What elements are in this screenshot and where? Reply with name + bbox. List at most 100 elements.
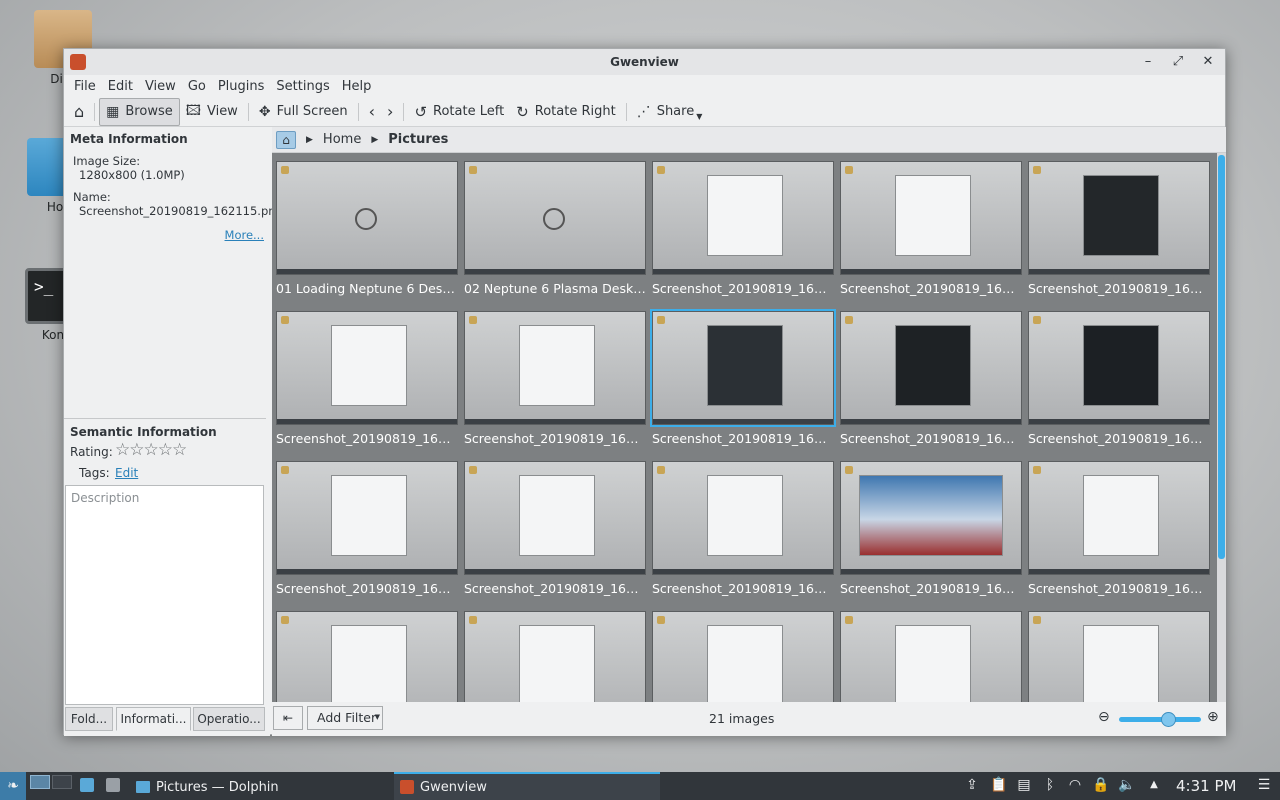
thumbnail-item[interactable]: Screenshot_20190819_1616... xyxy=(1028,161,1210,296)
thumbnail-grid: 01 Loading Neptune 6 Deskt... 02 Neptune … xyxy=(272,153,1217,702)
close-button[interactable]: ✕ xyxy=(1197,49,1219,75)
rotate-right-button[interactable]: ↻ Rotate Right xyxy=(510,98,622,126)
home-button[interactable]: ⌂ xyxy=(68,98,90,126)
thumbnail-item[interactable]: Screenshot_20190819_1621... xyxy=(840,311,1022,446)
description-field[interactable]: Description xyxy=(65,485,264,705)
thumbnail-taskbar xyxy=(465,269,645,274)
usb-device-icon[interactable]: ▤ xyxy=(1015,776,1033,794)
thumbnail-item[interactable]: Screenshot_20190819_1625... xyxy=(1028,461,1210,596)
places-home-icon[interactable]: ⌂ xyxy=(276,130,296,149)
browse-button[interactable]: ▦ Browse xyxy=(99,97,180,126)
menu-settings[interactable]: Settings xyxy=(270,79,335,94)
launcher-dolphin-icon[interactable] xyxy=(80,778,94,792)
thumbnail-item[interactable]: Screenshot_20190819_1621... xyxy=(1028,311,1210,446)
thumbnail-item[interactable]: Screenshot_20190819_1622... xyxy=(276,461,458,596)
thumbnail-item[interactable] xyxy=(1028,611,1210,702)
thumbnail-item[interactable] xyxy=(652,611,834,702)
view-button[interactable]: 🖾 View xyxy=(180,98,244,126)
previous-button[interactable]: ‹ xyxy=(363,98,381,126)
application-launcher[interactable]: ❧ xyxy=(0,772,26,800)
thumbnail-item[interactable]: Screenshot_20190819_1623... xyxy=(652,461,834,596)
zoom-out-icon[interactable]: ⊖ xyxy=(1098,709,1110,725)
tab-information[interactable]: Informati... xyxy=(116,707,191,731)
menu-file[interactable]: File xyxy=(68,79,102,94)
thumbnail-item[interactable] xyxy=(276,611,458,702)
clock[interactable]: 4:31 PM xyxy=(1176,777,1236,795)
breadcrumb-pictures[interactable]: Pictures xyxy=(388,132,448,147)
tags-edit-link[interactable]: Edit xyxy=(115,466,138,480)
sidebar-divider[interactable] xyxy=(64,418,266,419)
more-link[interactable]: More... xyxy=(225,228,264,242)
star-icon[interactable]: ☆ xyxy=(158,440,173,460)
thumbnail-caption: Screenshot_20190819_1622... xyxy=(464,581,646,596)
star-icon[interactable]: ☆ xyxy=(172,440,187,460)
menu-icon[interactable]: ☰ xyxy=(1255,776,1273,794)
thumbnail-image xyxy=(840,611,1022,702)
scrollbar-handle[interactable] xyxy=(1218,155,1225,559)
thumbnail-screen-preview xyxy=(1083,625,1159,702)
menu-view[interactable]: View xyxy=(139,79,182,94)
zoom-slider[interactable] xyxy=(1119,712,1201,727)
thumbnail-desktop-icon xyxy=(469,166,477,174)
add-filter-button[interactable]: Add Filter ▼ xyxy=(307,706,383,730)
thumbnail-screen-preview xyxy=(859,475,1003,557)
tab-operations[interactable]: Operatio... xyxy=(193,707,265,731)
star-icon[interactable]: ☆ xyxy=(129,440,144,460)
thumbnail-screen-preview xyxy=(895,325,971,407)
wifi-icon[interactable]: ◠ xyxy=(1066,776,1084,794)
pager-desktop-2[interactable] xyxy=(52,775,72,789)
thumbnail-item[interactable]: Screenshot_20190819_1621... xyxy=(650,309,836,446)
thumbnail-image xyxy=(276,461,458,575)
launcher-screenshot-icon[interactable] xyxy=(106,778,120,792)
thumbnail-desktop-icon xyxy=(469,616,477,624)
toggle-sidebar-button[interactable]: ⇤ xyxy=(273,706,303,730)
rating-label: Rating: xyxy=(70,445,113,459)
thumbnail-desktop-icon xyxy=(1033,616,1041,624)
thumbnail-item[interactable] xyxy=(840,611,1022,702)
share-button[interactable]: ⋰ Share ▼ xyxy=(631,98,709,126)
thumbnail-item[interactable] xyxy=(464,611,646,702)
thumbnail-screen-preview xyxy=(331,625,407,702)
thumbnail-item[interactable]: Screenshot_20190819_1624... xyxy=(840,461,1022,596)
chevron-up-icon[interactable]: ▲ xyxy=(1145,776,1163,794)
star-icon[interactable]: ☆ xyxy=(144,440,159,460)
menu-edit[interactable]: Edit xyxy=(102,79,139,94)
thumbnail-taskbar xyxy=(465,569,645,574)
bluetooth-icon[interactable]: ᛒ xyxy=(1041,776,1059,794)
thumbnail-desktop-icon xyxy=(281,466,289,474)
tab-folders[interactable]: Fold... xyxy=(65,707,113,731)
dropdown-arrow-icon: ▼ xyxy=(696,112,703,121)
task-dolphin-label: Pictures — Dolphin xyxy=(156,779,279,795)
rating-stars[interactable]: ☆☆☆☆☆ xyxy=(115,440,187,460)
task-gwenview[interactable]: Gwenview xyxy=(394,772,660,800)
zoom-in-icon[interactable]: ⊕ xyxy=(1207,709,1219,725)
menu-go[interactable]: Go xyxy=(182,79,212,94)
thumbnail-item[interactable]: 01 Loading Neptune 6 Deskt... xyxy=(276,161,458,296)
scrollbar[interactable] xyxy=(1217,153,1226,702)
lock-icon[interactable]: 🔒 xyxy=(1092,776,1110,794)
task-dolphin[interactable]: Pictures — Dolphin xyxy=(130,774,392,800)
maximize-button[interactable]: ⤢ xyxy=(1167,49,1189,75)
menu-help[interactable]: Help xyxy=(336,79,378,94)
title-bar[interactable]: Gwenview – ⤢ ✕ xyxy=(64,49,1225,75)
thumbnail-item[interactable]: Screenshot_20190819_1620... xyxy=(464,311,646,446)
clipboard-icon[interactable]: 📋 xyxy=(990,776,1008,794)
next-button[interactable]: › xyxy=(381,98,399,126)
thumbnail-item[interactable]: Screenshot_20190819_1622... xyxy=(464,461,646,596)
zoom-slider-handle[interactable] xyxy=(1160,712,1176,727)
volume-icon[interactable]: 🔈 xyxy=(1118,776,1136,794)
thumbnail-item[interactable]: Screenshot_20190819_1616... xyxy=(652,161,834,296)
pager-desktop-1[interactable] xyxy=(30,775,50,789)
star-icon[interactable]: ☆ xyxy=(115,440,130,460)
menu-plugins[interactable]: Plugins xyxy=(212,79,271,94)
thumbnail-item[interactable]: Screenshot_20190819_1617... xyxy=(276,311,458,446)
thumbnail-taskbar xyxy=(653,269,833,274)
breadcrumb-home[interactable]: Home xyxy=(323,132,361,147)
update-icon[interactable]: ⇪ xyxy=(963,776,981,794)
minimize-button[interactable]: – xyxy=(1137,49,1159,75)
thumbnail-item[interactable]: Screenshot_20190819_1616... xyxy=(840,161,1022,296)
thumbnail-item[interactable]: 02 Neptune 6 Plasma Deskt... xyxy=(464,161,646,296)
name-label: Name: xyxy=(73,190,111,204)
rotate-left-button[interactable]: ↺ Rotate Left xyxy=(408,98,510,126)
fullscreen-button[interactable]: ✥ Full Screen xyxy=(253,98,354,126)
